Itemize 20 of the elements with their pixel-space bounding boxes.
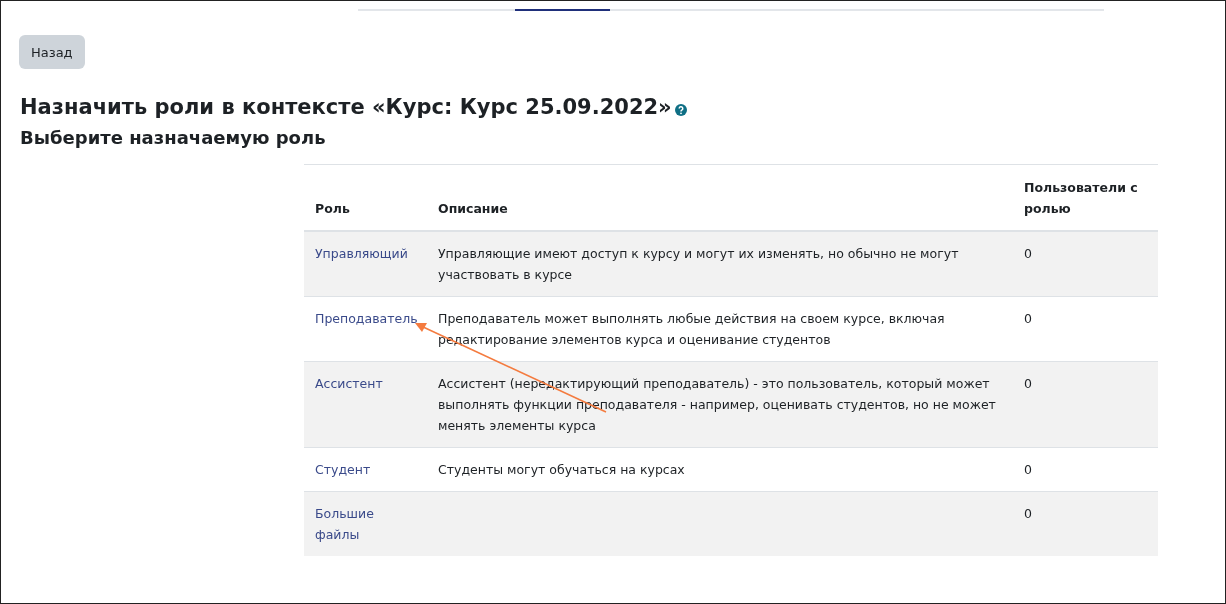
role-link[interactable]: Ассистент (315, 373, 383, 394)
role-link[interactable]: Студент (315, 459, 371, 480)
column-header: Описание (438, 201, 508, 216)
back-button[interactable]: Назад (19, 35, 85, 69)
user-count: 0 (1024, 506, 1032, 521)
role-link[interactable]: Преподаватель (315, 308, 418, 329)
role-description: Студенты могут обучаться на курсах (438, 462, 685, 477)
column-header: Пользователи с ролью (1024, 180, 1138, 216)
column-header: Роль (315, 201, 350, 216)
user-count: 0 (1024, 462, 1032, 477)
section-heading: Выберите назначаемую роль (20, 126, 327, 150)
user-count: 0 (1024, 376, 1032, 391)
role-link[interactable]: Управляющий (315, 243, 408, 264)
page-title: Назначить роли в контексте «Курс: Курс 25.09.2022» (20, 94, 672, 121)
role-link[interactable]: Большие файлы (315, 503, 416, 545)
help-icon[interactable] (674, 104, 687, 116)
user-count: 0 (1024, 311, 1032, 326)
user-count: 0 (1024, 246, 1032, 261)
role-description: Управляющие имеют доступ к курсу и могут их изменять, но обычно не могут участвовать в курсе (438, 246, 959, 282)
tab-indicator[interactable] (515, 9, 610, 11)
